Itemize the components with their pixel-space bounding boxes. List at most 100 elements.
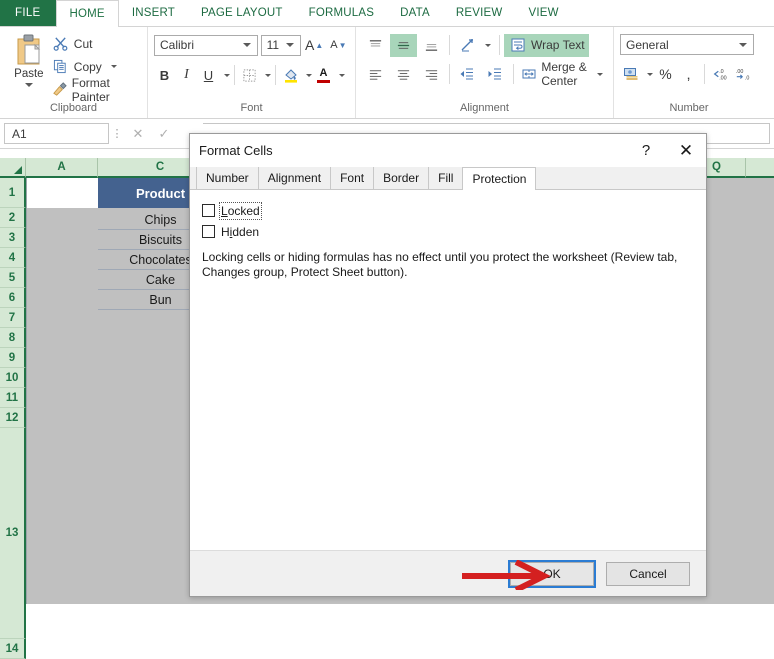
font-size-value: 11	[266, 38, 280, 52]
tab-review[interactable]: REVIEW	[443, 0, 516, 26]
tab-insert[interactable]: INSERT	[119, 0, 188, 26]
dialog-tab-border[interactable]: Border	[373, 167, 429, 189]
cut-button[interactable]: Cut	[52, 34, 141, 53]
row-header-11[interactable]: 11	[0, 388, 26, 408]
row-header-2[interactable]: 2	[0, 208, 26, 228]
row-header-9[interactable]: 9	[0, 348, 26, 368]
tab-data[interactable]: DATA	[387, 0, 443, 26]
name-box[interactable]: A1	[4, 123, 109, 144]
row-header-12[interactable]: 12	[0, 408, 26, 428]
hidden-checkbox[interactable]	[202, 225, 215, 238]
fill-color-button[interactable]	[280, 64, 301, 86]
copy-button[interactable]: Copy	[52, 57, 141, 76]
merge-center-dropdown-caret[interactable]	[597, 72, 603, 76]
tab-view[interactable]: VIEW	[515, 0, 571, 26]
row-header-4[interactable]: 4	[0, 248, 26, 268]
increase-decimal-button[interactable]: .0 .00	[710, 63, 731, 85]
row-header-column: 1 2 3 4 5 6 7 8 9 10 11 12 13 14	[0, 178, 26, 659]
bold-button[interactable]: B	[154, 64, 175, 86]
row-header-14[interactable]: 14	[0, 639, 26, 659]
row-header-8[interactable]: 8	[0, 328, 26, 348]
font-name-value: Calibri	[160, 38, 195, 52]
increase-font-size-button[interactable]: A ▲	[304, 33, 325, 57]
locked-row[interactable]: Locked	[202, 201, 694, 220]
dialog-tab-fill[interactable]: Fill	[428, 167, 463, 189]
cell-a1[interactable]	[26, 178, 98, 208]
enter-entry-button[interactable]: ✓	[151, 123, 177, 145]
font-size-combo[interactable]: 11	[260, 34, 301, 56]
underline-dropdown-caret[interactable]	[224, 73, 230, 77]
align-center-button[interactable]	[390, 63, 417, 86]
protection-description: Locking cells or hiding formulas has no …	[202, 250, 678, 279]
dialog-tab-strip: Number Alignment Font Border Fill Protec…	[190, 167, 706, 190]
copy-icon	[52, 58, 69, 75]
dialog-tab-font[interactable]: Font	[330, 167, 374, 189]
borders-dropdown-caret[interactable]	[265, 73, 271, 77]
orientation-dropdown-caret[interactable]	[485, 43, 491, 47]
dialog-tab-alignment[interactable]: Alignment	[257, 167, 331, 189]
font-group-label: Font	[240, 102, 263, 114]
decrease-font-size-button[interactable]: A ▼	[328, 33, 349, 57]
merge-center-button[interactable]: Merge & Center	[517, 60, 607, 88]
dialog-title-bar[interactable]: Format Cells ? ✕	[190, 134, 706, 167]
borders-button[interactable]	[239, 64, 260, 86]
italic-button[interactable]: I	[176, 64, 197, 86]
row-header-3[interactable]: 3	[0, 228, 26, 248]
wrap-text-button[interactable]: Wrap Text	[504, 33, 589, 57]
paste-button[interactable]: Paste	[6, 31, 52, 100]
row-header-6[interactable]: 6	[0, 288, 26, 308]
row-header-5[interactable]: 5	[0, 268, 26, 288]
decrease-indent-button[interactable]	[454, 63, 481, 86]
percent-style-button[interactable]: %	[655, 63, 676, 85]
decrease-indent-icon	[458, 65, 477, 84]
align-left-button[interactable]	[362, 63, 389, 86]
increase-indent-button[interactable]	[482, 63, 509, 86]
row-header-13[interactable]: 13	[0, 428, 26, 639]
locked-checkbox[interactable]	[202, 204, 215, 217]
font-color-dropdown-caret[interactable]	[339, 73, 345, 77]
close-icon[interactable]: ✕	[666, 136, 706, 166]
decrease-decimal-button[interactable]: .00 .0	[733, 63, 754, 85]
formula-bar-separator: ⋮	[111, 128, 123, 140]
row-header-10[interactable]: 10	[0, 368, 26, 388]
ok-button[interactable]: OK	[508, 559, 596, 588]
cancel-button[interactable]: Cancel	[606, 561, 690, 586]
row-header-1[interactable]: 1	[0, 178, 26, 208]
tab-file[interactable]: FILE	[0, 0, 56, 26]
ribbon-group-number: General % ‚ .0 .00 .00 .0 Number	[614, 27, 764, 118]
select-all-corner-icon[interactable]	[0, 158, 26, 178]
row-header-7[interactable]: 7	[0, 308, 26, 328]
font-color-button[interactable]: A	[313, 64, 334, 86]
format-painter-button[interactable]: Format Painter	[52, 76, 141, 104]
help-icon[interactable]: ?	[626, 136, 666, 166]
align-top-button[interactable]	[362, 34, 389, 57]
currency-icon	[623, 68, 637, 80]
tab-page-layout[interactable]: PAGE LAYOUT	[188, 0, 296, 26]
dialog-tab-protection[interactable]: Protection	[462, 167, 537, 190]
align-middle-button[interactable]	[390, 33, 417, 57]
cancel-entry-button[interactable]: ✕	[125, 123, 151, 145]
orientation-button[interactable]	[454, 34, 495, 57]
alignment-divider-2	[499, 35, 500, 55]
align-right-button[interactable]	[418, 63, 445, 86]
number-format-combo[interactable]: General	[620, 34, 754, 55]
tab-home[interactable]: HOME	[55, 0, 119, 27]
paste-dropdown-caret[interactable]	[24, 83, 33, 87]
hidden-row[interactable]: Hidden	[202, 222, 694, 241]
tab-formulas[interactable]: FORMULAS	[296, 0, 388, 26]
increase-indent-icon	[486, 65, 505, 84]
dialog-tab-number[interactable]: Number	[196, 167, 258, 189]
accounting-dropdown-caret[interactable]	[647, 72, 653, 76]
fill-color-icon	[284, 69, 297, 83]
ribbon-group-font: Calibri 11 A ▲ A ▼ B I U A Font	[148, 27, 356, 118]
underline-button[interactable]: U	[198, 64, 219, 86]
accounting-format-button[interactable]	[620, 63, 641, 85]
paste-icon	[17, 34, 41, 65]
comma-style-button[interactable]: ‚	[678, 63, 699, 85]
font-name-combo[interactable]: Calibri	[154, 34, 258, 56]
alignment-group-label: Alignment	[460, 102, 509, 114]
column-header-a[interactable]: A	[26, 158, 98, 178]
fill-color-dropdown-caret[interactable]	[306, 73, 312, 77]
align-bottom-button[interactable]	[418, 34, 445, 57]
copy-dropdown-caret[interactable]	[110, 65, 117, 68]
